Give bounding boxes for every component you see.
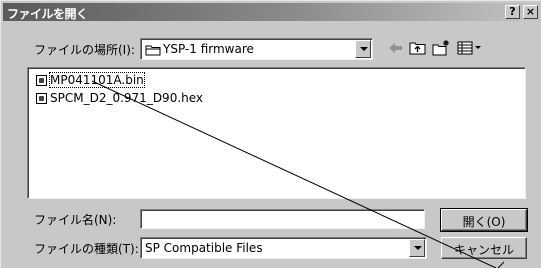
back-arrow-icon[interactable] xyxy=(385,39,405,57)
open-button[interactable]: 開く(O) xyxy=(440,208,528,232)
window-title: ファイルを開く xyxy=(7,7,88,21)
help-button[interactable]: ? xyxy=(505,5,520,19)
location-value: YSP-1 firmware xyxy=(163,42,254,56)
file-icon xyxy=(36,93,47,104)
location-combo[interactable]: YSP-1 firmware xyxy=(140,38,373,60)
view-menu-icon[interactable] xyxy=(456,39,486,57)
chevron-down-icon[interactable] xyxy=(355,40,371,58)
close-button[interactable]: × xyxy=(523,5,538,19)
chevron-down-icon[interactable] xyxy=(409,239,425,257)
up-folder-icon[interactable] xyxy=(408,39,428,57)
folder-icon xyxy=(145,44,161,59)
file-item-spcm[interactable]: SPCM_D2_0.971_D90.hex xyxy=(36,91,236,106)
file-list[interactable]: MP041101A.bin SPCM_D2_0.971_D90.hex xyxy=(27,67,526,199)
new-folder-icon[interactable] xyxy=(431,39,451,57)
cancel-button[interactable]: キャンセル xyxy=(441,237,527,259)
filetype-combo[interactable]: SP Compatible Files xyxy=(140,237,427,259)
filetype-value: SP Compatible Files xyxy=(145,241,263,255)
file-item-mp041101a[interactable]: MP041101A.bin xyxy=(36,72,196,88)
filename-label: ファイル名(N): xyxy=(34,213,117,227)
cancel-button-label: キャンセル xyxy=(453,243,514,257)
location-label: ファイルの場所(I): xyxy=(34,43,135,57)
file-name: MP041101A.bin xyxy=(49,72,145,88)
file-icon xyxy=(36,75,47,86)
open-button-label: 開く(O) xyxy=(462,215,506,229)
title-bar[interactable]: ファイルを開く ? × xyxy=(3,3,540,21)
filename-input[interactable] xyxy=(140,209,425,229)
file-name: SPCM_D2_0.971_D90.hex xyxy=(50,91,204,105)
filetype-label: ファイルの種類(T): xyxy=(34,242,139,256)
open-file-dialog: ファイルを開く ? × ファイルの場所(I): YSP-1 firmware M… xyxy=(0,0,541,268)
